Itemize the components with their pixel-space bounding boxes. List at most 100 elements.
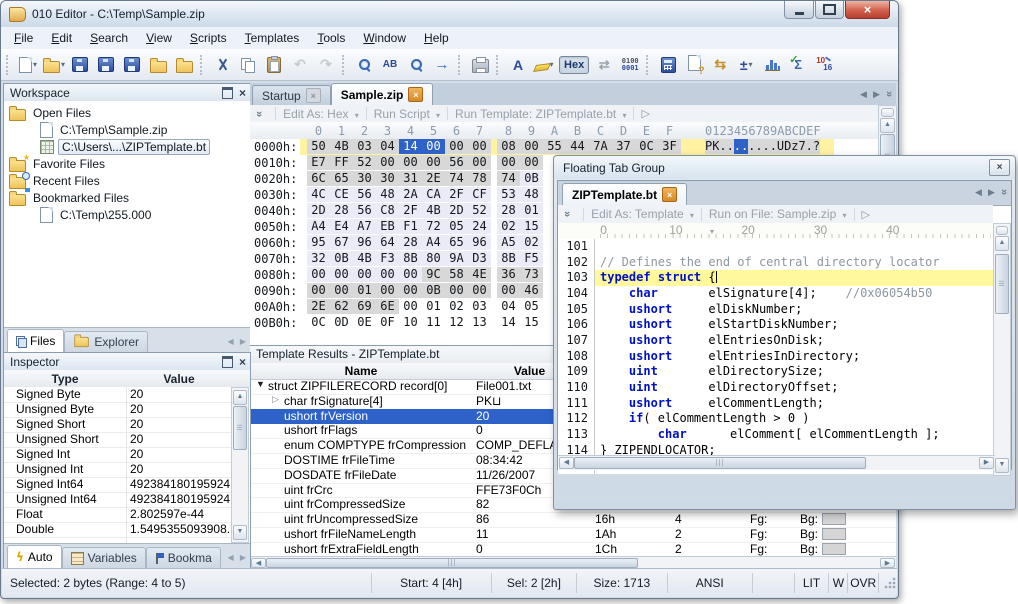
hex-byte[interactable]: 52 <box>468 203 491 218</box>
tree-item[interactable]: Bookmarked Files <box>9 190 129 206</box>
binary-mode-button[interactable]: 01000001 <box>617 53 643 77</box>
collapse-toolbar-icon[interactable]: » <box>561 211 573 217</box>
hex-byte[interactable]: 00 <box>422 139 445 154</box>
hex-byte[interactable]: 30 <box>376 171 399 186</box>
hex-byte[interactable]: 01 <box>422 299 445 314</box>
ascii-char[interactable]: z <box>791 139 798 154</box>
scroll-up-button[interactable]: ▲ <box>880 118 895 133</box>
calculator-button[interactable] <box>655 53 681 77</box>
inspector-row[interactable]: Unsigned Short20 <box>4 432 234 448</box>
hex-byte[interactable]: 96 <box>468 235 491 250</box>
hex-byte[interactable]: 12 <box>445 315 468 330</box>
hex-byte[interactable]: 73 <box>520 267 543 282</box>
hex-byte[interactable]: 00 <box>445 139 468 154</box>
hex-byte[interactable]: 2F <box>399 203 422 218</box>
hex-byte[interactable]: 4C <box>307 187 330 202</box>
edit-as-selector[interactable]: Edit As: Hex ▾ <box>283 107 359 121</box>
hex-byte[interactable]: 05 <box>520 299 543 314</box>
ascii-char[interactable]: . <box>806 139 813 154</box>
hex-byte[interactable]: 67 <box>330 235 353 250</box>
hex-byte[interactable]: 6E <box>376 299 399 314</box>
tree-item[interactable]: Open Files <box>9 105 91 121</box>
hex-byte[interactable]: 58 <box>445 267 468 282</box>
close-panel-icon[interactable]: × <box>239 357 246 367</box>
menu-tools[interactable]: Tools <box>308 28 354 48</box>
hex-byte[interactable]: 0F <box>376 315 399 330</box>
inspector-row[interactable]: Unsigned Int64492384180195924... <box>4 492 234 508</box>
menu-edit[interactable]: Edit <box>42 28 81 48</box>
code-line[interactable]: 109 uint elDirectorySize; <box>558 364 995 380</box>
hex-byte[interactable]: CA <box>422 187 445 202</box>
hex-byte[interactable]: 3F <box>658 139 681 154</box>
ascii-char[interactable]: . <box>770 139 777 154</box>
code-line[interactable]: 101 <box>558 239 995 255</box>
code-line[interactable]: 108 ushort elEntriesInDirectory; <box>558 349 995 365</box>
ascii-char[interactable]: U <box>777 139 784 154</box>
menu-templates[interactable]: Templates <box>236 28 309 48</box>
hex-byte[interactable]: 00 <box>330 283 353 298</box>
save-all-button[interactable] <box>119 53 145 77</box>
hex-byte[interactable]: 4B <box>353 251 376 266</box>
hex-byte[interactable]: E7 <box>307 155 330 170</box>
hex-byte[interactable]: 11 <box>422 315 445 330</box>
hex-byte[interactable]: 48 <box>520 187 543 202</box>
collapse-toolbar-icon[interactable]: » <box>253 110 265 116</box>
menu-window[interactable]: Window <box>354 28 415 48</box>
ascii-char[interactable]: . <box>748 139 755 154</box>
code-editor[interactable]: 101102// Defines the end of central dire… <box>558 239 995 474</box>
hex-byte[interactable]: 65 <box>445 235 468 250</box>
hex-byte[interactable]: 65 <box>330 171 353 186</box>
tab-explorer[interactable]: Explorer <box>64 331 148 352</box>
hex-byte[interactable]: 4B <box>330 139 353 154</box>
ascii-char[interactable]: D <box>784 139 791 154</box>
hex-byte[interactable]: 78 <box>468 171 491 186</box>
tab-scroll-right-icon[interactable]: ▶ <box>988 187 995 198</box>
hex-byte[interactable]: 28 <box>497 203 520 218</box>
code-line[interactable]: 102// Defines the end of central directo… <box>558 255 995 271</box>
tree-item[interactable]: C:\Temp\255.000 <box>40 207 151 223</box>
titlebar[interactable]: 010 Editor - C:\Temp\Sample.zip × <box>1 1 898 27</box>
hex-byte[interactable]: 2A <box>399 187 422 202</box>
hex-byte[interactable]: 2D <box>307 203 330 218</box>
hex-byte[interactable]: 8B <box>497 251 520 266</box>
code-line[interactable]: 106 ushort elStartDiskNumber; <box>558 317 995 333</box>
float-panel-icon[interactable] <box>222 356 233 368</box>
scroll-thumb[interactable]: ☰ <box>995 254 1009 314</box>
run-on-file-selector[interactable]: Run on File: Sample.zip ▾ <box>709 207 847 221</box>
ascii-char[interactable]: 7 <box>798 139 805 154</box>
hex-byte[interactable]: 96 <box>353 235 376 250</box>
hex-byte[interactable]: 01 <box>520 203 543 218</box>
hex-byte[interactable]: 08 <box>497 139 520 154</box>
hex-byte[interactable]: F1 <box>399 219 422 234</box>
hex-byte[interactable]: 32 <box>307 251 330 266</box>
replace-button[interactable]: AB <box>377 53 403 77</box>
hex-byte[interactable]: 15 <box>520 315 543 330</box>
hex-byte[interactable]: 2F <box>445 187 468 202</box>
hex-byte[interactable]: 37 <box>612 139 635 154</box>
hex-byte[interactable]: 00 <box>468 139 491 154</box>
hex-byte[interactable]: 0E <box>353 315 376 330</box>
ascii-char[interactable]: K <box>712 139 719 154</box>
hex-byte[interactable]: 4E <box>468 267 491 282</box>
tree-item[interactable]: Recent Files <box>9 173 100 189</box>
tab-bookma[interactable]: Bookma <box>146 547 221 568</box>
hex-byte[interactable]: 00 <box>307 267 330 282</box>
copy-button[interactable] <box>235 53 261 77</box>
code-line[interactable]: 105 ushort elDiskNumber; <box>558 302 995 318</box>
inspector-row[interactable]: Signed Int64492384180195924... <box>4 477 234 493</box>
ascii-char[interactable]: . <box>755 139 762 154</box>
inspector-vertical-scrollbar[interactable]: ▲☰▼ <box>231 387 249 543</box>
dropdown-arrow-icon[interactable]: ▾ <box>61 60 65 69</box>
hex-byte[interactable]: FF <box>330 155 353 170</box>
hex-byte[interactable]: 05 <box>445 219 468 234</box>
base-converter-button[interactable]: 1016 <box>811 53 837 77</box>
checksum-button[interactable]: Σ✓ <box>785 53 811 77</box>
hex-byte[interactable]: 00 <box>376 267 399 282</box>
find-button[interactable] <box>351 53 377 77</box>
menu-scripts[interactable]: Scripts <box>181 28 236 48</box>
hex-byte[interactable]: 00 <box>445 283 468 298</box>
hex-byte[interactable]: 0C <box>307 315 330 330</box>
hex-byte[interactable]: 02 <box>520 235 543 250</box>
hex-byte[interactable]: 6C <box>307 171 330 186</box>
hex-byte[interactable]: 50 <box>307 139 330 154</box>
